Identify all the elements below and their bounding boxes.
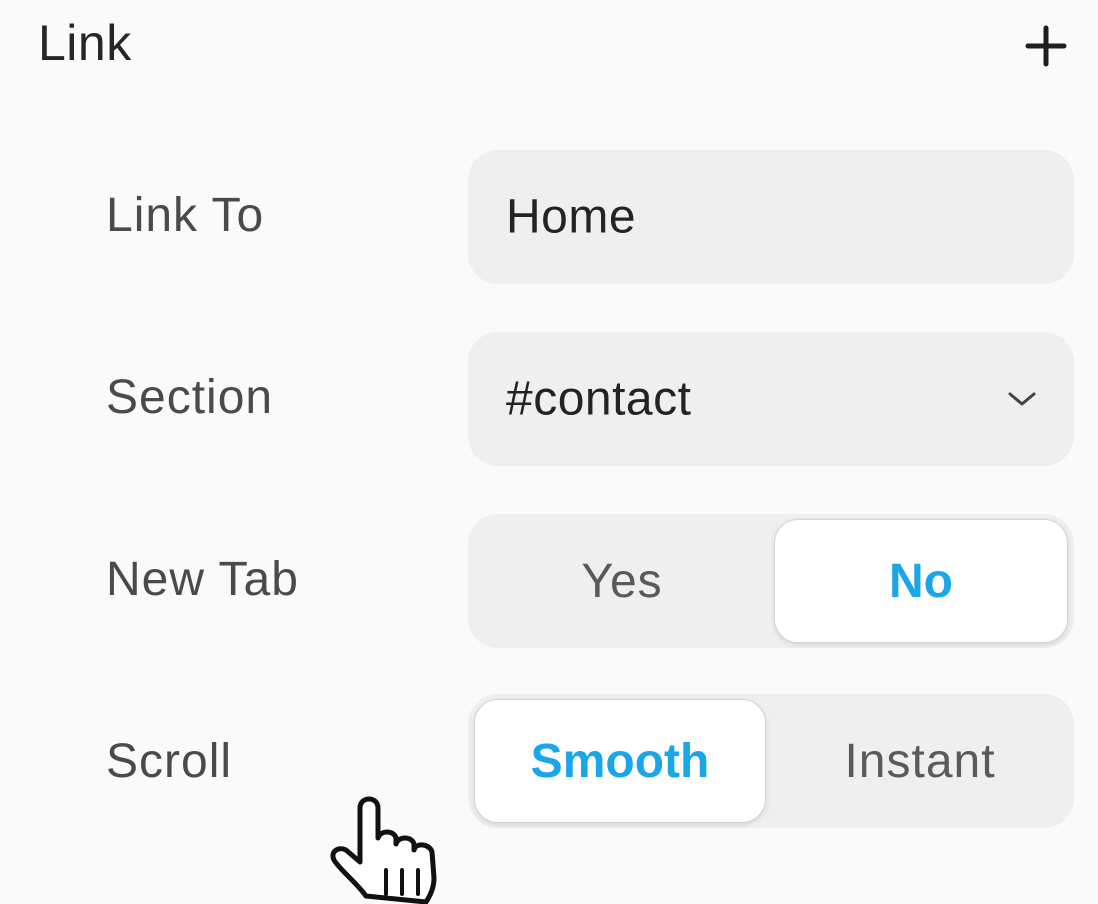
- chevron-down-icon: [1008, 392, 1036, 406]
- new-tab-option-yes[interactable]: Yes: [474, 519, 770, 643]
- scroll-label: Scroll: [106, 735, 233, 788]
- scroll-toggle: Smooth Instant: [468, 694, 1074, 828]
- link-settings-panel: Link Link To Home Section #contact New T…: [0, 0, 1098, 904]
- new-tab-toggle: Yes No: [468, 514, 1074, 648]
- panel-title: Link: [38, 15, 132, 71]
- scroll-option-smooth[interactable]: Smooth: [474, 699, 766, 823]
- new-tab-label: New Tab: [106, 553, 299, 606]
- hand-pointer-icon: [330, 796, 437, 904]
- scroll-option-instant[interactable]: Instant: [772, 699, 1068, 823]
- add-button[interactable]: [1022, 22, 1070, 70]
- section-value: #contact: [506, 372, 692, 426]
- plus-icon: [1025, 25, 1067, 67]
- link-to-field[interactable]: Home: [468, 150, 1074, 284]
- section-label: Section: [106, 371, 274, 424]
- section-select[interactable]: #contact: [468, 332, 1074, 466]
- link-to-value: Home: [506, 190, 637, 244]
- new-tab-option-no[interactable]: No: [774, 519, 1068, 643]
- link-to-label: Link To: [106, 189, 265, 242]
